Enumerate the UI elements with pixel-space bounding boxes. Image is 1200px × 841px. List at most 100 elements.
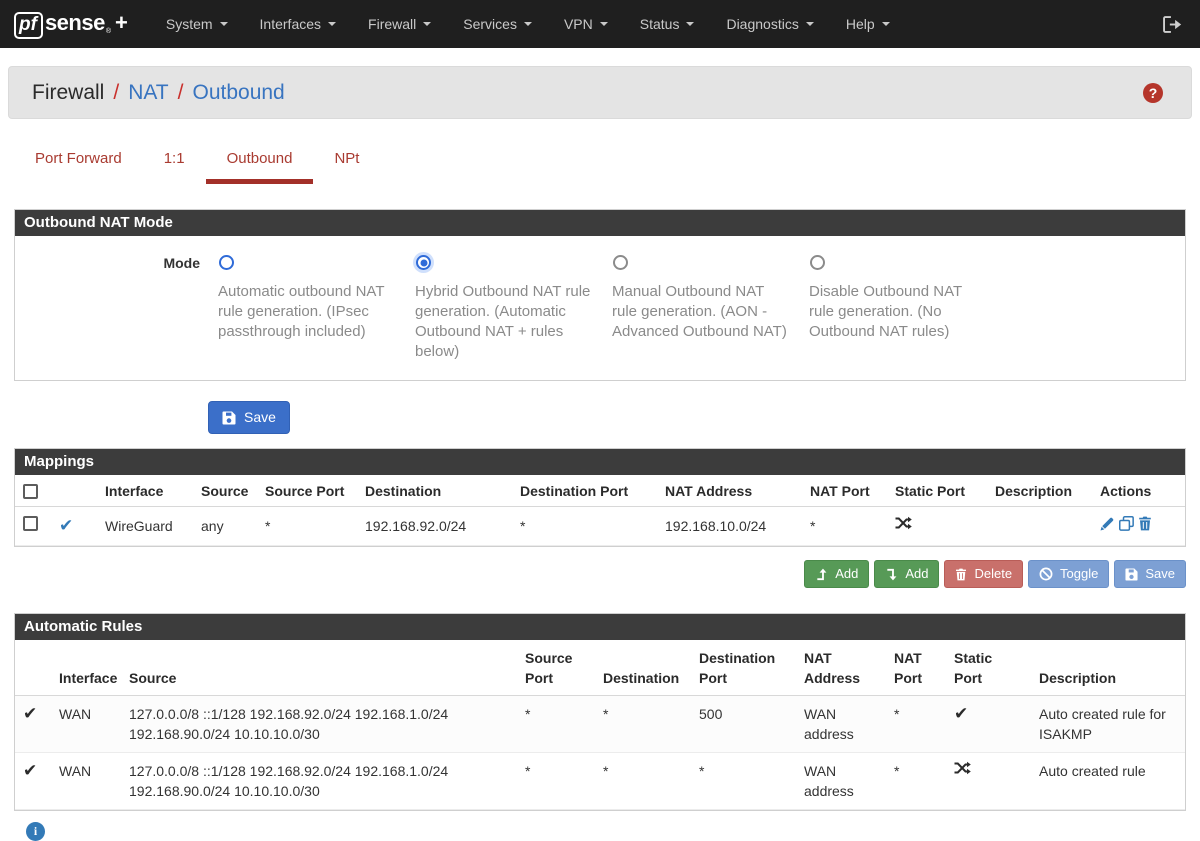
row-actions: [1100, 516, 1177, 531]
column-header: Destination: [595, 640, 691, 696]
cell-nat-port: *: [802, 507, 887, 546]
navbar-menu: System Interfaces Firewall Services VPN …: [150, 0, 1159, 48]
mapping-row: ✔ WireGuard any * 192.168.92.0/24 * 192.…: [15, 507, 1185, 546]
caret-down-icon: [882, 22, 890, 26]
column-header: Source: [193, 475, 257, 507]
cell-source-port: *: [517, 753, 595, 810]
add-rule-top-button[interactable]: Add: [804, 560, 869, 588]
cell-destination-port: 500: [691, 696, 796, 753]
cell-description: [987, 507, 1092, 546]
column-header: Source: [121, 640, 517, 696]
tab-port-forward[interactable]: Port Forward: [14, 149, 143, 184]
breadcrumb: Firewall / NAT / Outbound ?: [8, 66, 1192, 119]
breadcrumb-link-outbound[interactable]: Outbound: [192, 81, 284, 105]
column-header: Destination Port: [691, 640, 796, 696]
radio-manual[interactable]: [613, 255, 628, 270]
cell-interface: WAN: [51, 696, 121, 753]
cell-description: Auto created rule: [1031, 753, 1185, 810]
mappings-header-row: Interface Source Source Port Destination…: [15, 475, 1185, 507]
nat-mode-option-automatic: Automatic outbound NAT rule generation. …: [218, 254, 415, 362]
nat-mode-option-disable: Disable Outbound NAT rule generation. (N…: [809, 254, 1006, 362]
delete-selected-button[interactable]: Delete: [944, 560, 1023, 588]
level-down-arrow-icon: [885, 568, 898, 581]
check-icon[interactable]: ✔: [59, 516, 73, 535]
radio-disable[interactable]: [810, 255, 825, 270]
radio-automatic[interactable]: [219, 255, 234, 270]
automatic-rules-panel: Automatic Rules Interface Source Source …: [14, 613, 1186, 811]
check-icon: ✔: [23, 704, 37, 723]
cell-nat-address: WAN address: [796, 696, 886, 753]
menu-diagnostics[interactable]: Diagnostics: [710, 0, 829, 48]
row-checkbox[interactable]: [23, 516, 38, 531]
menu-system[interactable]: System: [150, 0, 244, 48]
status-column-header: [15, 640, 51, 696]
radio-hybrid-selected[interactable]: [416, 255, 431, 270]
cell-nat-port: *: [886, 753, 946, 810]
caret-down-icon: [806, 22, 814, 26]
outbound-nat-mode-panel: Outbound NAT Mode Mode Automatic outboun…: [14, 209, 1186, 381]
trash-icon: [955, 568, 967, 581]
automatic-rule-row: ✔ WAN 127.0.0.0/8 ::1/128 192.168.92.0/2…: [15, 753, 1185, 810]
column-header: Source Port: [257, 475, 357, 507]
info-icon[interactable]: i: [26, 822, 45, 841]
column-header: NAT Address: [796, 640, 886, 696]
column-header: Static Port: [887, 475, 987, 507]
menu-status[interactable]: Status: [624, 0, 711, 48]
cell-destination: *: [595, 696, 691, 753]
level-up-arrow-icon: [815, 568, 828, 581]
shuffle-icon: [895, 516, 979, 530]
help-icon[interactable]: ?: [1143, 83, 1163, 103]
status-column-header: [51, 475, 97, 507]
ban-icon: [1039, 567, 1053, 581]
menu-help[interactable]: Help: [830, 0, 906, 48]
floppy-save-icon: [1125, 568, 1138, 581]
panel-title: Mappings: [15, 449, 1185, 475]
automatic-rules-header-row: Interface Source Source Port Destination…: [15, 640, 1185, 696]
column-header: Destination Port: [512, 475, 657, 507]
tab-1to1[interactable]: 1:1: [143, 149, 206, 184]
cell-source-port: *: [257, 507, 357, 546]
nat-mode-option-manual: Manual Outbound NAT rule generation. (AO…: [612, 254, 809, 362]
toggle-selected-button[interactable]: Toggle: [1028, 560, 1109, 588]
save-button[interactable]: Save: [208, 401, 290, 434]
save-mappings-button[interactable]: Save: [1114, 560, 1186, 588]
automatic-rule-row: ✔ WAN 127.0.0.0/8 ::1/128 192.168.92.0/2…: [15, 696, 1185, 753]
breadcrumb-link-nat[interactable]: NAT: [128, 81, 168, 105]
cell-destination: 192.168.92.0/24: [357, 507, 512, 546]
tab-npt[interactable]: NPt: [313, 149, 380, 184]
cell-nat-port: *: [886, 696, 946, 753]
menu-interfaces[interactable]: Interfaces: [244, 0, 352, 48]
delete-trash-icon[interactable]: [1138, 516, 1152, 531]
logo-pf-badge: pf: [14, 12, 43, 39]
column-header: Description: [1031, 640, 1185, 696]
caret-down-icon: [524, 22, 532, 26]
tab-outbound[interactable]: Outbound: [206, 149, 314, 184]
logo-sense-text: sense: [45, 10, 105, 36]
nat-tabs: Port Forward 1:1 Outbound NPt: [14, 149, 1186, 184]
pfsense-logo[interactable]: pfsense® +: [14, 10, 128, 39]
copy-icon[interactable]: [1119, 516, 1134, 531]
cell-destination: *: [595, 753, 691, 810]
cell-nat-address: 192.168.10.0/24: [657, 507, 802, 546]
cell-interface: WAN: [51, 753, 121, 810]
breadcrumb-section: Firewall: [32, 81, 104, 105]
logo-plus-text: +: [115, 10, 128, 36]
nat-mode-option-hybrid: Hybrid Outbound NAT rule generation. (Au…: [415, 254, 612, 362]
column-header: Source Port: [517, 640, 595, 696]
menu-vpn[interactable]: VPN: [548, 0, 624, 48]
select-all-checkbox[interactable]: [23, 484, 38, 499]
mode-field-label: Mode: [15, 254, 218, 362]
sign-out-icon[interactable]: [1159, 12, 1186, 37]
logo-registered-mark: ®: [106, 28, 111, 35]
menu-services[interactable]: Services: [447, 0, 548, 48]
nat-mode-body: Mode Automatic outbound NAT rule generat…: [15, 236, 1185, 380]
column-header: Description: [987, 475, 1092, 507]
add-rule-bottom-button[interactable]: Add: [874, 560, 939, 588]
edit-pencil-icon[interactable]: [1100, 516, 1115, 531]
shuffle-icon: [954, 761, 1023, 775]
breadcrumb-separator: /: [113, 81, 119, 105]
cell-source: 127.0.0.0/8 ::1/128 192.168.92.0/24 192.…: [121, 696, 517, 753]
cell-destination-port: *: [512, 507, 657, 546]
top-navbar: pfsense® + System Interfaces Firewall Ser…: [0, 0, 1200, 48]
menu-firewall[interactable]: Firewall: [352, 0, 447, 48]
